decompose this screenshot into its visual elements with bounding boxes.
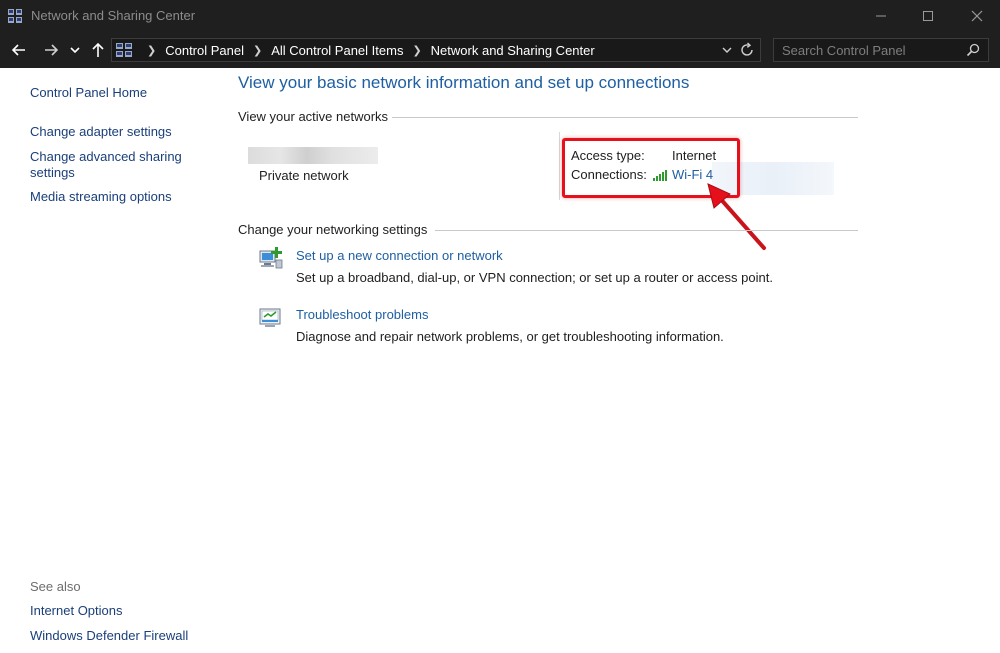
title-bar: Network and Sharing Center	[0, 0, 1000, 32]
minimize-icon	[876, 15, 886, 17]
control-panel-home-link[interactable]: Control Panel Home	[30, 85, 147, 101]
change-settings-label: Change your networking settings	[238, 222, 428, 237]
main-content: View your basic network information and …	[222, 68, 1000, 653]
change-advanced-sharing-link[interactable]: Change advanced sharing settings	[30, 149, 190, 181]
network-control-panel-icon	[8, 9, 22, 23]
section-divider	[435, 230, 858, 231]
breadcrumb-control-panel[interactable]: Control Panel	[165, 43, 244, 58]
close-button[interactable]	[954, 0, 1000, 32]
chevron-down-icon	[70, 47, 80, 54]
address-bar[interactable]: ❯ Control Panel ❯ All Control Panel Item…	[111, 38, 761, 62]
troubleshoot-icon	[259, 308, 281, 327]
vertical-divider	[559, 132, 560, 200]
window-title: Network and Sharing Center	[31, 8, 196, 23]
windows-firewall-link[interactable]: Windows Defender Firewall	[30, 628, 188, 644]
section-divider	[392, 117, 858, 118]
arrow-left-icon	[11, 44, 25, 56]
back-button[interactable]	[8, 39, 30, 61]
search-input[interactable]: Search Control Panel	[782, 43, 906, 58]
maximize-icon	[923, 11, 933, 21]
close-icon	[971, 10, 983, 22]
chevron-right-icon: ❯	[147, 45, 157, 57]
control-panel-icon	[116, 43, 132, 57]
search-box[interactable]: Search Control Panel	[773, 38, 989, 62]
minimize-button[interactable]	[858, 0, 904, 32]
left-pane: Control Panel Home Change adapter settin…	[0, 68, 222, 653]
network-category: Private network	[259, 168, 349, 183]
up-button[interactable]	[87, 39, 109, 61]
breadcrumb-network-sharing[interactable]: Network and Sharing Center	[431, 43, 595, 58]
navigation-bar: ❯ Control Panel ❯ All Control Panel Item…	[0, 32, 1000, 68]
maximize-button[interactable]	[905, 0, 951, 32]
new-connection-icon	[259, 247, 283, 269]
breadcrumb: ❯ Control Panel ❯ All Control Panel Item…	[138, 43, 595, 58]
troubleshoot-link[interactable]: Troubleshoot problems	[296, 307, 428, 322]
search-icon	[966, 43, 980, 57]
page-title: View your basic network information and …	[238, 73, 690, 92]
chevron-right-icon[interactable]: ❯	[412, 44, 421, 57]
forward-button[interactable]	[40, 39, 62, 61]
refresh-icon[interactable]	[739, 42, 755, 58]
arrow-right-icon	[45, 44, 59, 56]
arrow-up-icon	[92, 42, 104, 57]
breadcrumb-all-items[interactable]: All Control Panel Items	[271, 43, 403, 58]
setup-connection-link[interactable]: Set up a new connection or network	[296, 248, 503, 263]
chevron-down-icon[interactable]	[721, 44, 733, 56]
chevron-right-icon[interactable]: ❯	[253, 44, 262, 57]
network-name-redacted	[248, 147, 378, 164]
troubleshoot-description: Diagnose and repair network problems, or…	[296, 329, 724, 344]
internet-options-link[interactable]: Internet Options	[30, 603, 123, 619]
recent-locations-button[interactable]	[66, 39, 84, 61]
active-networks-label: View your active networks	[238, 109, 389, 124]
media-streaming-link[interactable]: Media streaming options	[30, 189, 172, 205]
setup-connection-description: Set up a broadband, dial-up, or VPN conn…	[296, 270, 773, 285]
change-adapter-settings-link[interactable]: Change adapter settings	[30, 124, 172, 140]
annotation-arrow-icon	[707, 183, 766, 250]
see-also-label: See also	[30, 579, 81, 594]
